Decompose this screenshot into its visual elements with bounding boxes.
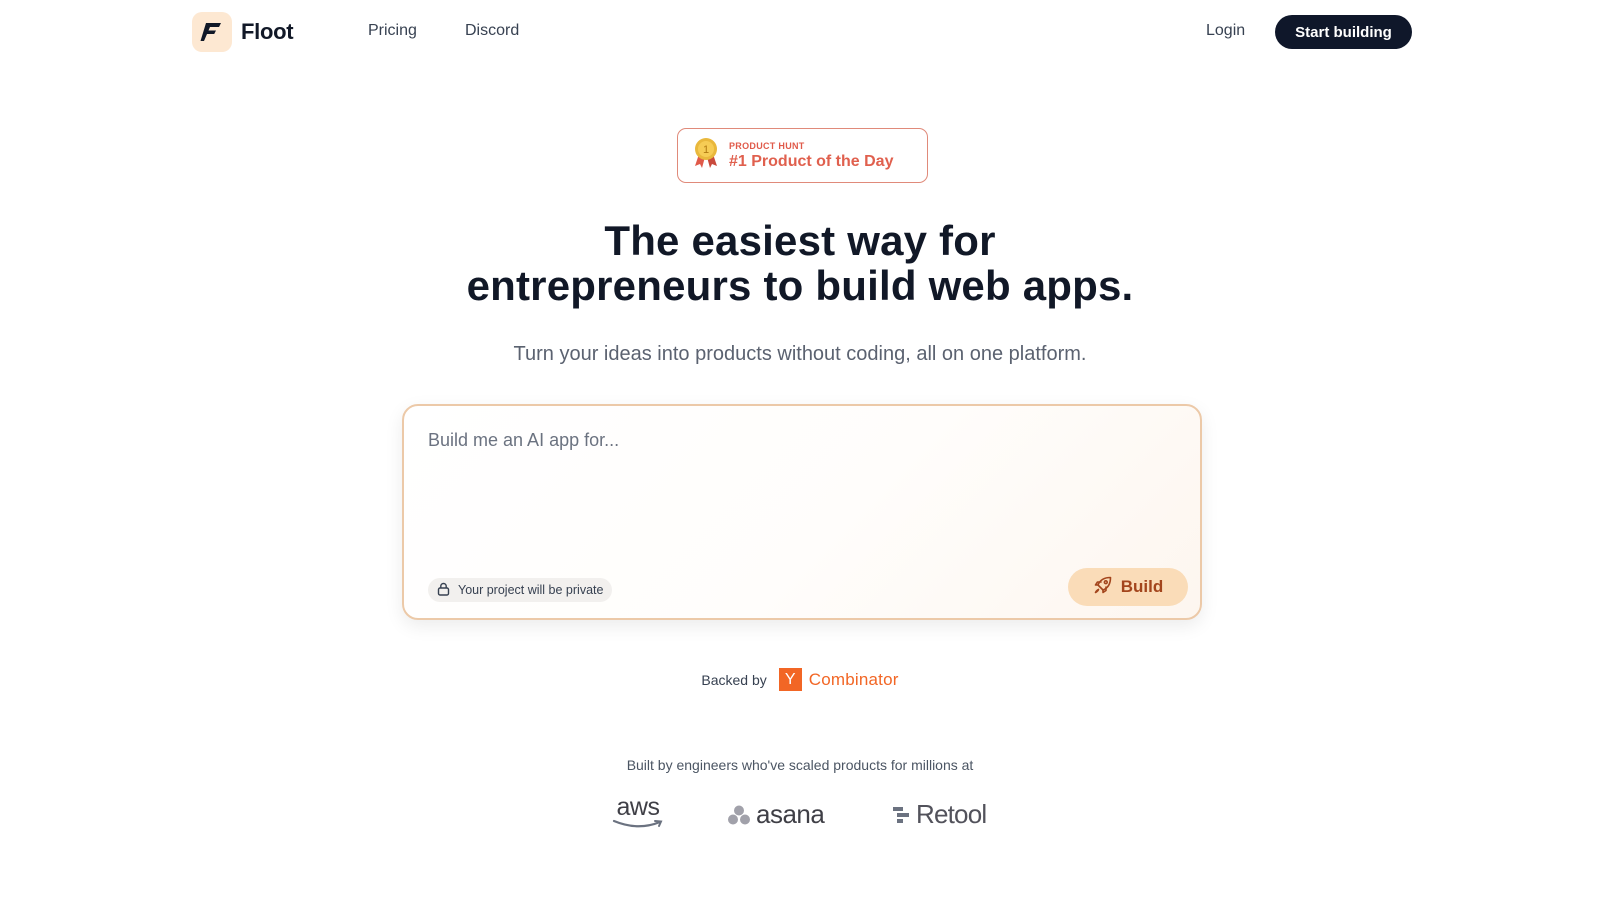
hero-title: The easiest way for entrepreneurs to bui… — [0, 218, 1600, 308]
build-button[interactable]: Build — [1068, 568, 1188, 606]
asana-dots-icon — [728, 805, 750, 824]
medal-number: 1 — [703, 144, 709, 156]
build-label: Build — [1120, 577, 1164, 596]
aws-smile-icon — [612, 819, 663, 828]
badge-small-label: PRODUCT HUNT — [729, 140, 805, 151]
start-building-button[interactable]: Start building — [1275, 15, 1412, 49]
privacy-label: Your project will be private — [458, 583, 604, 597]
retool-mark-icon — [893, 806, 909, 823]
nav-discord-link[interactable]: Discord — [465, 22, 519, 40]
asana-logo-text: asana — [756, 799, 825, 829]
login-link[interactable]: Login — [1206, 22, 1245, 40]
yc-icon: Y — [778, 668, 802, 691]
brand-name: Floot — [241, 19, 294, 44]
product-hunt-badge[interactable]: 1 PRODUCT HUNT #1 Product of the Day — [677, 128, 928, 183]
company-logos: aws asana Retool — [0, 795, 1600, 835]
retool-logo-text: Retool — [916, 799, 987, 829]
hero-subtitle: Turn your ideas into products without co… — [513, 343, 1087, 365]
aws-logo: aws — [612, 795, 664, 829]
built-by-text: Built by engineers who've scaled product… — [626, 757, 974, 773]
medal-icon: 1 — [693, 137, 719, 174]
brand-logo-link[interactable]: Floot — [192, 12, 294, 52]
hero-title-line1: The easiest way for — [604, 217, 996, 264]
yc-name: Combinator — [808, 669, 899, 689]
y-combinator-logo: Y Combinator — [778, 668, 899, 691]
hero-title-line2: entrepreneurs to build web apps. — [466, 262, 1134, 309]
retool-logo: Retool — [892, 799, 987, 830]
prompt-box: Your project will be private Build — [402, 404, 1202, 620]
nav-pricing-link[interactable]: Pricing — [368, 22, 417, 40]
lock-icon — [437, 582, 450, 599]
backed-by-section: Backed by Y Combinator — [0, 668, 1600, 691]
aws-logo-text: aws — [616, 793, 660, 821]
privacy-badge: Your project will be private — [428, 578, 613, 602]
top-navigation: Floot Pricing Discord Login Start buildi… — [0, 0, 1600, 64]
badge-title: #1 Product of the Day — [729, 152, 894, 170]
asana-logo: asana — [728, 799, 825, 830]
rocket-icon — [1093, 575, 1113, 600]
app-idea-input[interactable] — [428, 430, 1168, 540]
badge-text-group: PRODUCT HUNT #1 Product of the Day — [729, 141, 893, 171]
backed-by-label: Backed by — [701, 671, 767, 688]
floot-logo-icon — [192, 12, 232, 52]
